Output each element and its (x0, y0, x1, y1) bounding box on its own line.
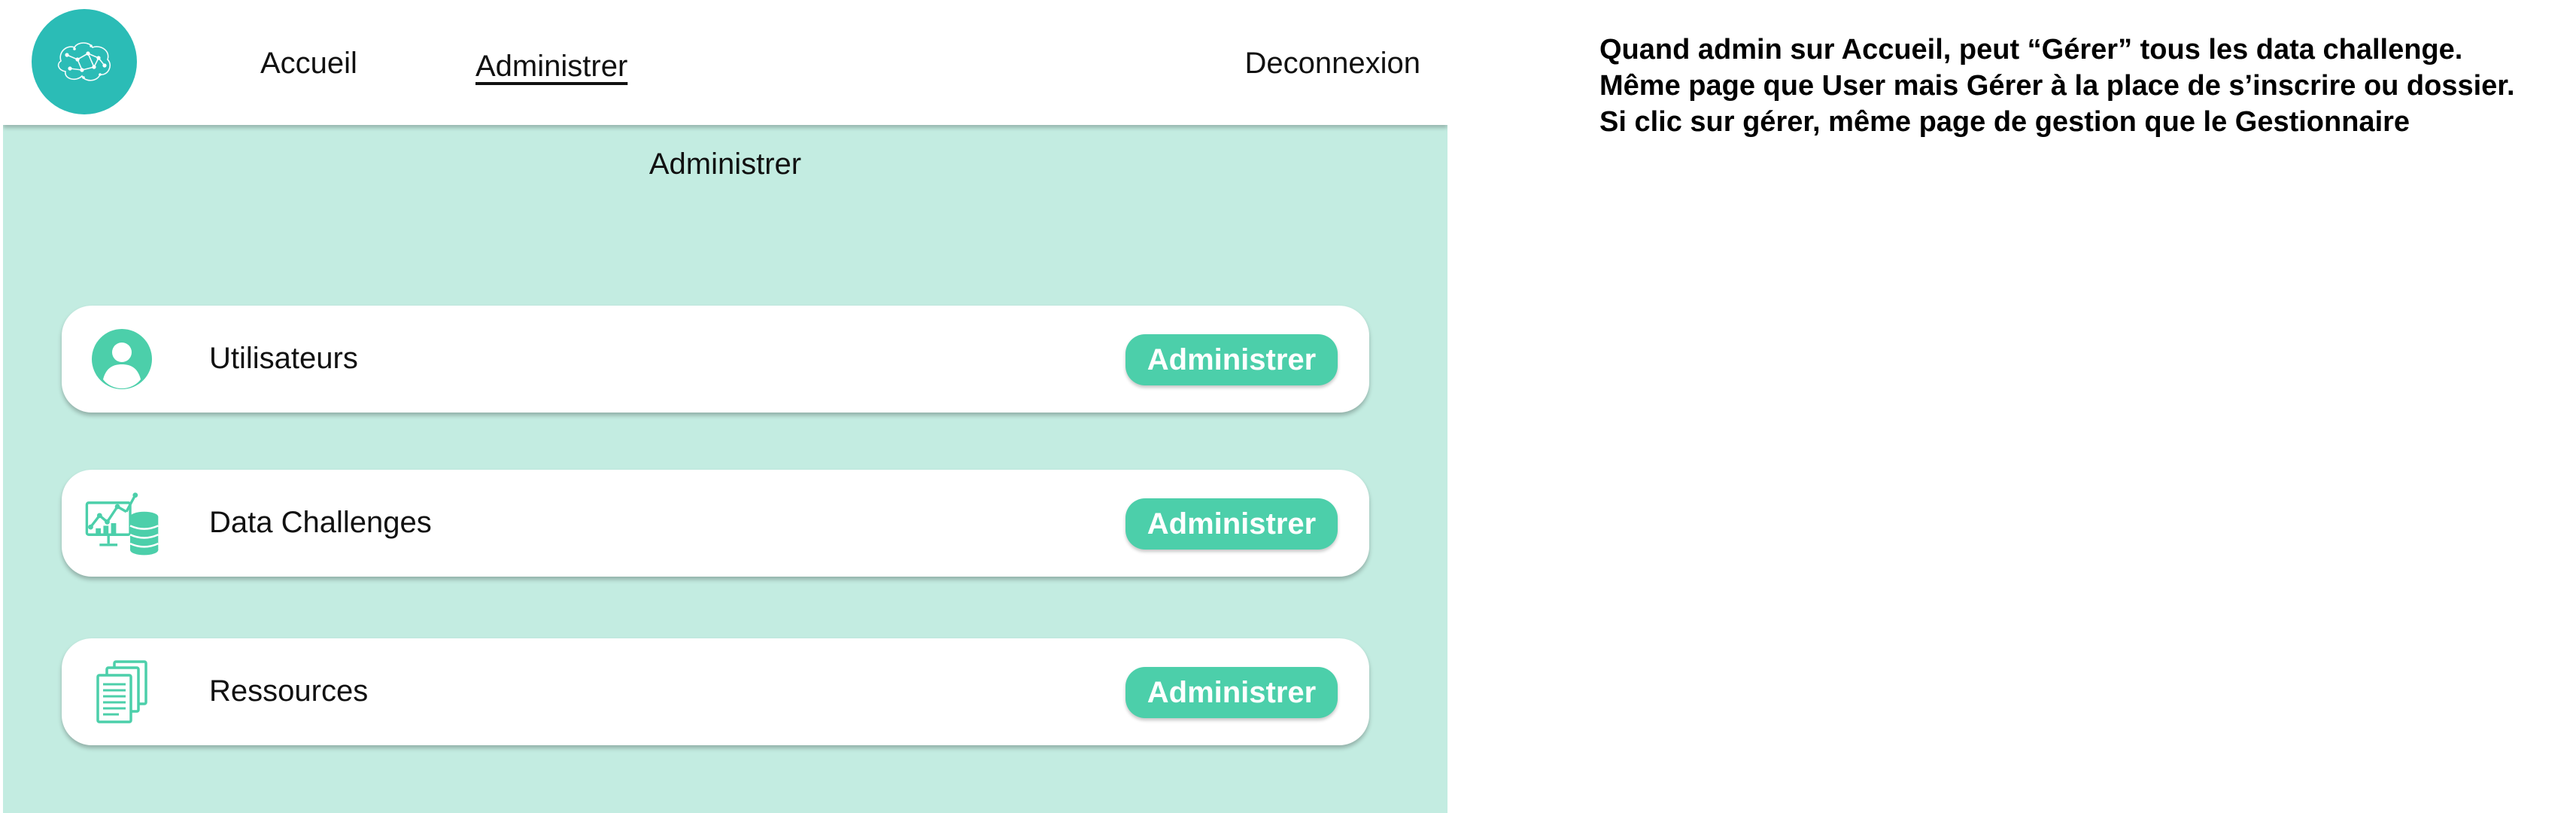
administrer-ressources-button[interactable]: Administrer (1125, 667, 1338, 718)
page-title: Administrer (649, 148, 802, 181)
administrer-data-challenges-button[interactable]: Administrer (1125, 498, 1338, 550)
card-label-ressources: Ressources (209, 674, 369, 708)
brain-network-icon (57, 42, 111, 81)
documents-icon (84, 654, 159, 729)
card-label-data-challenges: Data Challenges (209, 506, 432, 539)
nav-link-deconnexion[interactable]: Deconnexion (1245, 47, 1421, 81)
card-label-utilisateurs: Utilisateurs (209, 342, 358, 375)
data-analytics-icon (84, 486, 159, 561)
note-line: Même page que User mais Gérer à la place… (1599, 70, 2515, 102)
top-navbar: Accueil Administrer Deconnexion (3, 0, 1447, 125)
user-icon (84, 321, 159, 397)
card-ressources: Ressources Administrer (62, 638, 1369, 745)
annotation-note: Quand admin sur Accueil, peut “Gérer” to… (1599, 32, 2570, 140)
note-line: Si clic sur gérer, même page de gestion … (1599, 106, 2410, 138)
logo[interactable] (32, 9, 137, 114)
administrer-utilisateurs-button[interactable]: Administrer (1125, 334, 1338, 385)
nav-link-accueil[interactable]: Accueil (260, 47, 357, 81)
admin-page-mockup: Accueil Administrer Deconnexion Administ… (3, 0, 1447, 813)
nav-link-administrer[interactable]: Administrer (475, 50, 627, 84)
card-data-challenges: Data Challenges Administrer (62, 470, 1369, 577)
note-line: Quand admin sur Accueil, peut “Gérer” to… (1599, 34, 2463, 65)
card-utilisateurs: Utilisateurs Administrer (62, 306, 1369, 413)
